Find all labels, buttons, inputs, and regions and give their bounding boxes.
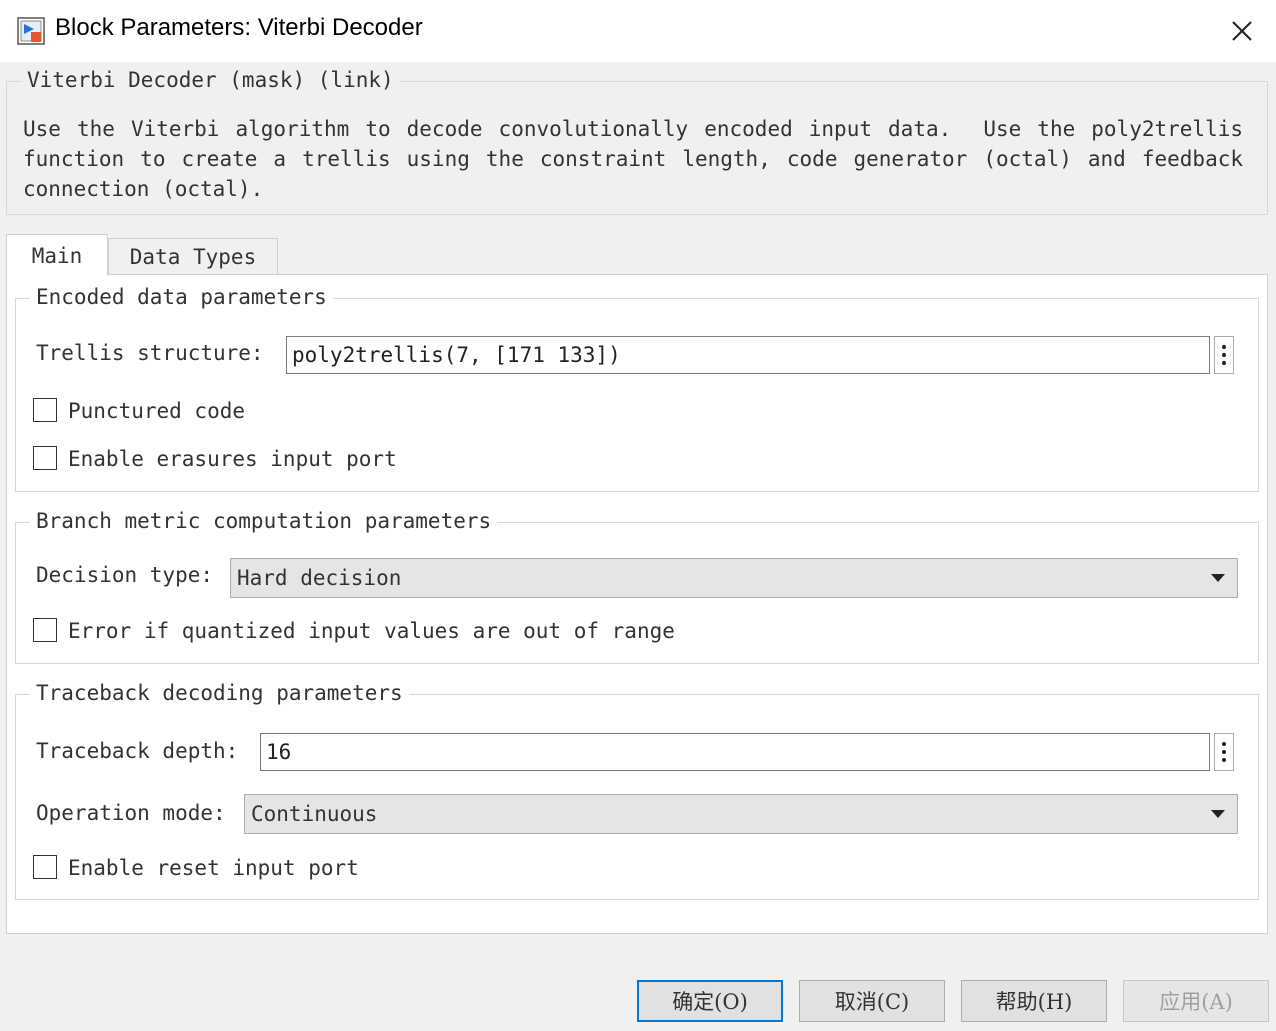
tab-data-types-label: Data Types [129, 244, 257, 269]
chevron-down-icon [1211, 810, 1225, 818]
operation-mode-value: Continuous [251, 802, 378, 826]
decision-type-label: Decision type: [36, 563, 214, 587]
apply-button[interactable]: 应用(A) [1123, 980, 1269, 1022]
traceback-legend: Traceback decoding parameters [30, 681, 409, 705]
vertical-dots-icon [1222, 345, 1226, 365]
description-group: Viterbi Decoder (mask) (link) Use the Vi… [6, 68, 1268, 215]
decision-type-value: Hard decision [237, 566, 402, 590]
traceback-depth-label: Traceback depth: [36, 739, 239, 763]
cancel-button[interactable]: 取消(C) [799, 980, 945, 1022]
ok-button[interactable]: 确定(O) [637, 980, 783, 1022]
traceback-depth-input[interactable]: 16 [260, 733, 1210, 771]
error-out-of-range-checkbox[interactable] [33, 618, 57, 642]
tab-data-types[interactable]: Data Types [108, 238, 278, 274]
operation-mode-label: Operation mode: [36, 801, 226, 825]
title-bar: Block Parameters: Viterbi Decoder [0, 0, 1276, 62]
trellis-structure-input[interactable]: poly2trellis(7, [171 133]) [286, 336, 1210, 374]
enable-reset-checkbox[interactable] [33, 855, 57, 879]
encoded-data-group: Encoded data parameters Trellis structur… [15, 285, 1259, 492]
simulink-block-icon [17, 17, 45, 45]
punctured-code-checkbox[interactable] [33, 398, 57, 422]
window-title: Block Parameters: Viterbi Decoder [55, 14, 423, 41]
traceback-group: Traceback decoding parameters Traceback … [15, 681, 1259, 900]
punctured-code-label: Punctured code [68, 399, 246, 423]
error-out-of-range-label: Error if quantized input values are out … [68, 619, 675, 643]
enable-erasures-checkbox[interactable] [33, 446, 57, 470]
trellis-options-button[interactable] [1214, 336, 1234, 374]
chevron-down-icon [1211, 574, 1225, 582]
decision-type-dropdown[interactable]: Hard decision [230, 558, 1238, 598]
help-button[interactable]: 帮助(H) [961, 980, 1107, 1022]
branch-metric-group: Branch metric computation parameters Dec… [15, 509, 1259, 664]
close-button[interactable] [1218, 8, 1266, 54]
tab-panel-main: Encoded data parameters Trellis structur… [6, 274, 1268, 934]
encoded-data-legend: Encoded data parameters [30, 285, 333, 309]
tab-main-label: Main [31, 243, 83, 268]
description-text: Use the Viterbi algorithm to decode conv… [23, 117, 1256, 201]
tab-main[interactable]: Main [6, 234, 108, 276]
operation-mode-dropdown[interactable]: Continuous [244, 794, 1238, 834]
trellis-structure-label: Trellis structure: [36, 341, 264, 365]
enable-reset-label: Enable reset input port [68, 856, 359, 880]
traceback-options-button[interactable] [1214, 733, 1234, 771]
vertical-dots-icon [1222, 742, 1226, 762]
branch-metric-legend: Branch metric computation parameters [30, 509, 498, 533]
enable-erasures-label: Enable erasures input port [68, 447, 397, 471]
close-icon [1232, 21, 1252, 41]
description-legend: Viterbi Decoder (mask) (link) [21, 68, 400, 92]
